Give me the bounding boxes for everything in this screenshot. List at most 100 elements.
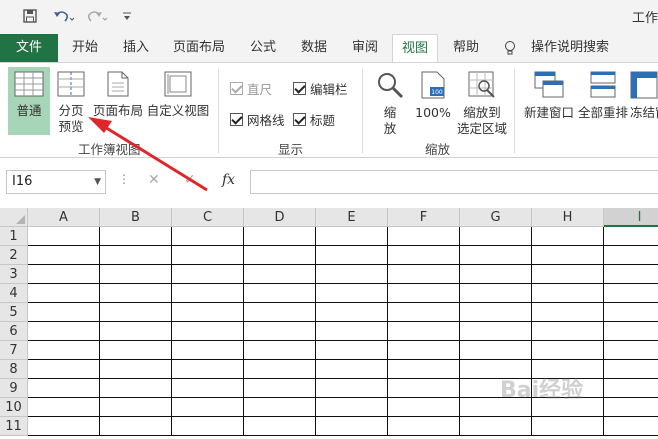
row-header[interactable]: 10	[0, 398, 28, 417]
tab-insert[interactable]: 插入	[113, 34, 159, 62]
grid-cell[interactable]	[100, 322, 172, 341]
grid-cell[interactable]	[388, 341, 460, 360]
grid-cell[interactable]	[244, 322, 316, 341]
grid-cell[interactable]	[460, 227, 532, 246]
grid-cell[interactable]	[100, 284, 172, 303]
tab-file[interactable]: 文件	[0, 34, 58, 62]
row-header[interactable]: 3	[0, 265, 28, 284]
column-header[interactable]: H	[532, 208, 604, 227]
tab-data[interactable]: 数据	[291, 34, 337, 62]
tab-home[interactable]: 开始	[62, 34, 108, 62]
grid-cell[interactable]	[28, 417, 100, 436]
grid-cell[interactable]	[316, 417, 388, 436]
row-header[interactable]: 4	[0, 284, 28, 303]
grid-cell[interactable]	[244, 265, 316, 284]
enter-check-icon[interactable]: ✓	[184, 172, 196, 188]
select-all-corner[interactable]	[0, 208, 28, 227]
grid-cell[interactable]	[604, 265, 658, 284]
grid-cell[interactable]	[28, 379, 100, 398]
name-box-dropdown-icon[interactable]: ▼	[94, 171, 101, 193]
cancel-icon[interactable]: ✕	[148, 172, 160, 188]
grid-cell[interactable]	[532, 227, 604, 246]
new-window-button[interactable]: 新建窗口	[522, 67, 576, 135]
grid-cell[interactable]	[604, 284, 658, 303]
grid-cell[interactable]	[532, 284, 604, 303]
grid-cell[interactable]	[604, 303, 658, 322]
grid-cell[interactable]	[388, 284, 460, 303]
redo-icon[interactable]	[84, 6, 110, 26]
grid-cell[interactable]	[316, 284, 388, 303]
row-header[interactable]: 7	[0, 341, 28, 360]
grid-cell[interactable]	[244, 417, 316, 436]
grid-cell[interactable]	[172, 341, 244, 360]
grid-cell[interactable]	[316, 379, 388, 398]
ruler-checkbox[interactable]: 直尺	[230, 79, 272, 98]
grid-cell[interactable]	[28, 265, 100, 284]
grid-cell[interactable]	[388, 246, 460, 265]
grid-cell[interactable]	[604, 227, 658, 246]
grid-cell[interactable]	[388, 379, 460, 398]
customize-toolbar-icon[interactable]	[118, 6, 136, 26]
grid-cell[interactable]	[460, 303, 532, 322]
grid-cell[interactable]	[316, 341, 388, 360]
grid-cell[interactable]	[100, 227, 172, 246]
save-icon[interactable]	[20, 6, 40, 26]
grid-cell[interactable]	[100, 379, 172, 398]
grid-cell[interactable]	[172, 360, 244, 379]
grid-cell[interactable]	[388, 360, 460, 379]
grid-cell[interactable]	[604, 341, 658, 360]
grid-cell[interactable]	[604, 379, 658, 398]
tab-review[interactable]: 审阅	[342, 34, 388, 62]
grid-cell[interactable]	[460, 417, 532, 436]
grid-cell[interactable]	[604, 360, 658, 379]
grid-cell[interactable]	[604, 417, 658, 436]
grid-cell[interactable]	[388, 398, 460, 417]
grid-cell[interactable]	[532, 303, 604, 322]
grid-cell[interactable]	[604, 322, 658, 341]
grid-cell[interactable]	[316, 303, 388, 322]
grid-cell[interactable]	[172, 417, 244, 436]
grid-cell[interactable]	[28, 303, 100, 322]
grid-cell[interactable]	[172, 284, 244, 303]
grid-cell[interactable]	[172, 398, 244, 417]
tell-me-search[interactable]: 操作说明搜索	[530, 34, 610, 62]
undo-icon[interactable]	[50, 6, 76, 26]
headings-checkbox[interactable]: 标题	[293, 110, 335, 129]
tab-help[interactable]: 帮助	[443, 34, 489, 62]
grid-cell[interactable]	[460, 284, 532, 303]
grid-cell[interactable]	[316, 322, 388, 341]
column-header[interactable]: F	[388, 208, 460, 227]
grid-cell[interactable]	[100, 341, 172, 360]
grid-cell[interactable]	[604, 246, 658, 265]
arrange-all-button[interactable]: 全部重排	[577, 67, 629, 135]
grid-cell[interactable]	[388, 303, 460, 322]
tab-formulas[interactable]: 公式	[240, 34, 286, 62]
formula-bar-checkbox[interactable]: 编辑栏	[293, 79, 348, 98]
freeze-panes-button[interactable]: 冻结窗	[630, 67, 658, 135]
row-header[interactable]: 6	[0, 322, 28, 341]
grid-cell[interactable]	[388, 227, 460, 246]
grid-cell[interactable]	[388, 265, 460, 284]
name-box[interactable]: I16 ▼	[6, 170, 106, 194]
formula-input[interactable]	[250, 170, 658, 194]
grid-cell[interactable]	[460, 265, 532, 284]
grid-cell[interactable]	[244, 341, 316, 360]
insert-function-icon[interactable]: fx	[222, 172, 235, 188]
grid-cell[interactable]	[100, 360, 172, 379]
grid-cell[interactable]	[244, 398, 316, 417]
tab-view[interactable]: 视图	[392, 34, 438, 63]
grid-cell[interactable]	[316, 227, 388, 246]
grid-cell[interactable]	[532, 246, 604, 265]
grid-cell[interactable]	[28, 284, 100, 303]
grid-cell[interactable]	[532, 265, 604, 284]
column-header[interactable]: A	[28, 208, 100, 227]
column-header[interactable]: I	[604, 208, 658, 227]
grid-cell[interactable]	[100, 246, 172, 265]
grid-cell[interactable]	[532, 322, 604, 341]
grid-cell[interactable]	[28, 246, 100, 265]
grid-cell[interactable]	[316, 398, 388, 417]
grid-cell[interactable]	[28, 322, 100, 341]
zoom-button[interactable]: 缩 放	[370, 67, 410, 136]
column-header[interactable]: B	[100, 208, 172, 227]
grid-cell[interactable]	[532, 417, 604, 436]
